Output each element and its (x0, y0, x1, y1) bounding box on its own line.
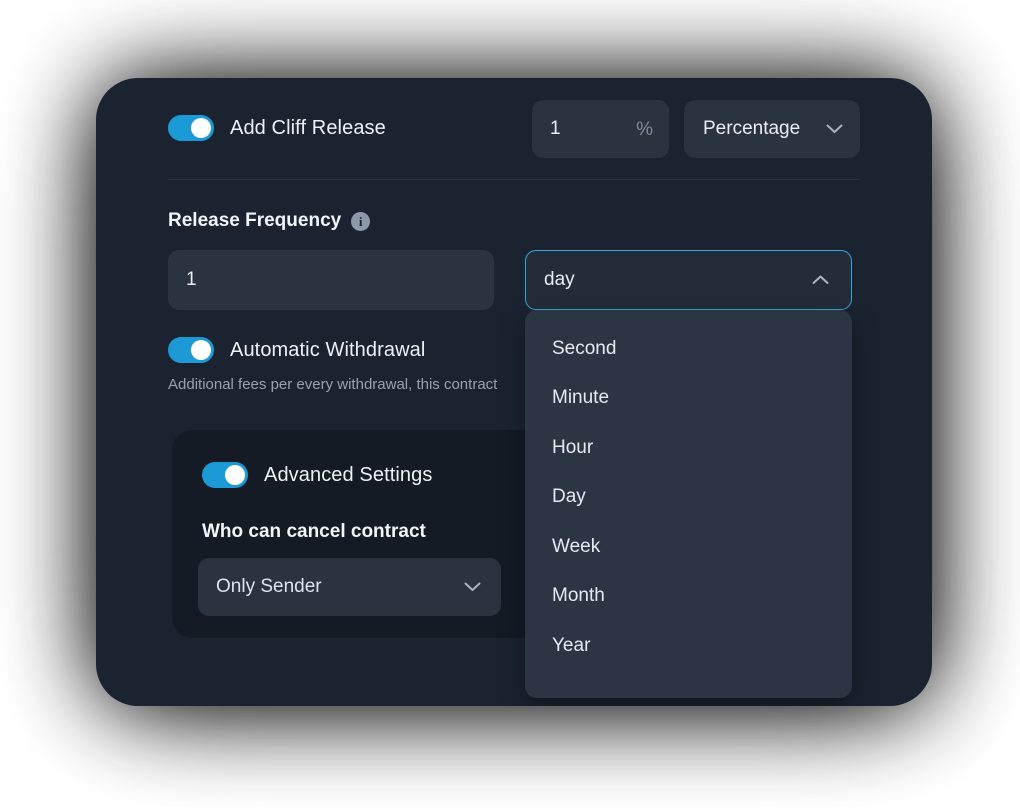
advanced-settings-toggle[interactable] (202, 462, 248, 488)
cliff-unit-select[interactable]: Percentage (684, 100, 860, 158)
toggle-knob (191, 340, 211, 360)
automatic-withdrawal-help-text: Additional fees per every withdrawal, th… (168, 376, 498, 393)
toggle-knob (225, 465, 245, 485)
release-frequency-quantity-input[interactable]: 1 (168, 250, 494, 310)
dropdown-option[interactable]: Week (525, 522, 852, 572)
chevron-up-icon (812, 275, 829, 285)
chevron-down-icon (464, 582, 481, 592)
section-divider (168, 179, 860, 180)
release-frequency-label-group: Release Frequency i (168, 210, 371, 232)
automatic-withdrawal-row: Automatic Withdrawal (168, 337, 425, 363)
dropdown-option[interactable]: Minute (525, 374, 852, 424)
screenshot-stage: Add Cliff Release 1 % Percentage Release… (0, 0, 1020, 810)
dropdown-option[interactable]: Second (525, 324, 852, 374)
settings-panel: Add Cliff Release 1 % Percentage Release… (96, 78, 932, 706)
release-frequency-dropdown-menu[interactable]: Second Minute Hour Day Week Month Year (525, 310, 852, 698)
dropdown-option-list: Second Minute Hour Day Week Month Year (525, 310, 852, 671)
percent-icon: % (636, 118, 653, 140)
who-can-cancel-contract-value: Only Sender (216, 576, 322, 597)
dropdown-option[interactable]: Month (525, 572, 852, 622)
release-frequency-unit-value: day (544, 269, 575, 290)
advanced-settings-label: Advanced Settings (264, 463, 433, 486)
add-cliff-release-toggle[interactable] (168, 115, 214, 141)
chevron-down-icon (826, 124, 843, 134)
who-can-cancel-contract-label: Who can cancel contract (202, 521, 426, 542)
info-icon[interactable]: i (351, 211, 371, 231)
automatic-withdrawal-label: Automatic Withdrawal (230, 338, 426, 361)
cliff-controls: 1 % Percentage (532, 100, 860, 158)
toggle-knob (191, 118, 211, 138)
cliff-amount-value: 1 (550, 118, 561, 139)
release-frequency-unit-select[interactable]: day (525, 250, 852, 310)
dropdown-option[interactable]: Year (525, 621, 852, 671)
cliff-amount-input[interactable]: 1 % (532, 100, 669, 158)
advanced-settings-row: Advanced Settings (202, 462, 432, 488)
release-frequency-label: Release Frequency (168, 210, 342, 231)
add-cliff-release-label: Add Cliff Release (230, 116, 386, 139)
dropdown-option[interactable]: Hour (525, 423, 852, 473)
dropdown-option[interactable]: Day (525, 473, 852, 523)
cliff-unit-value: Percentage (703, 118, 801, 139)
panel-content: Add Cliff Release 1 % Percentage Release… (96, 78, 932, 706)
who-can-cancel-contract-select[interactable]: Only Sender (198, 558, 501, 616)
add-cliff-release-row: Add Cliff Release 1 % Percentage (168, 90, 860, 166)
release-frequency-quantity-value: 1 (186, 269, 197, 290)
automatic-withdrawal-toggle[interactable] (168, 337, 214, 363)
